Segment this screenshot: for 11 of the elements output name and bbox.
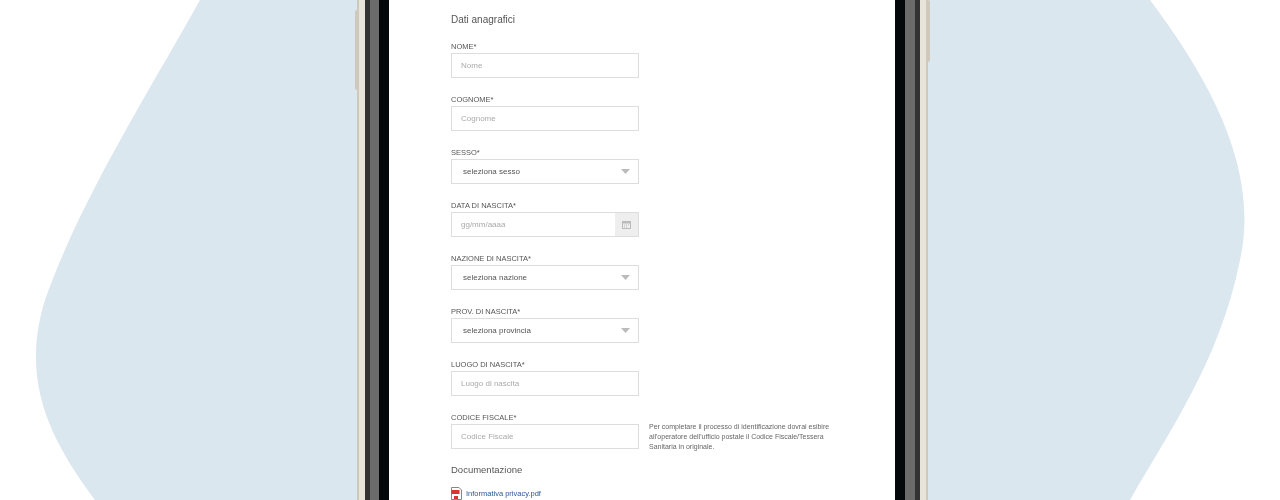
input-field[interactable]: Codice Fiscale [451,424,639,449]
input-field[interactable]: Nome [451,53,639,78]
caret-icon [621,275,630,280]
section-title: Dati anagrafici [451,13,516,27]
caret-icon [621,169,630,174]
input-field[interactable]: Cognome [451,106,639,131]
select-field[interactable]: seleziona provincia [451,318,639,343]
select-field[interactable]: seleziona nazione [451,265,639,290]
caret-icon [621,328,630,333]
section-title: Documentazione [451,463,524,477]
select-field[interactable]: seleziona sesso [451,159,639,184]
